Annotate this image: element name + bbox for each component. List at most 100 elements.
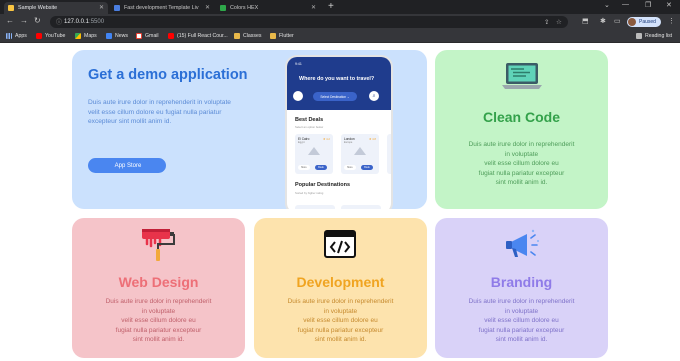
phone-question: Where do you want to travel? xyxy=(299,76,375,82)
clean-code-card: Clean Code Duis aute irure dolor in repr… xyxy=(435,50,608,209)
bookmark-news[interactable]: News xyxy=(106,33,128,39)
youtube-icon xyxy=(36,33,42,39)
template-favicon-icon xyxy=(114,5,120,11)
app-store-button[interactable]: App Store xyxy=(88,158,166,173)
bookmark-maps[interactable]: Maps xyxy=(75,33,97,39)
forward-arrow-icon[interactable]: → xyxy=(20,16,28,25)
reading-list[interactable]: Reading list xyxy=(636,33,672,39)
extension-icon[interactable]: ⬒ xyxy=(582,17,589,25)
phone-header: 9:41 Where do you want to travel? Select… xyxy=(287,57,391,110)
bookmark-label: Apps xyxy=(15,33,27,39)
site-info-icon[interactable]: ⓘ xyxy=(56,17,62,26)
sample-website-favicon-icon xyxy=(8,5,14,11)
deal-book-button: Book xyxy=(315,165,327,170)
bookmark-apps[interactable]: Apps xyxy=(6,33,27,39)
deal-more-button: More xyxy=(298,165,310,170)
bookmark-gmail[interactable]: Gmail xyxy=(136,33,159,39)
bookmark-label: Flutter xyxy=(279,33,294,39)
description-line: velit esse cillum dolore eu xyxy=(303,317,378,325)
share-icon[interactable]: ⇪ xyxy=(544,18,549,26)
branding-title: Branding xyxy=(490,274,553,290)
bookmark-youtube[interactable]: YouTube xyxy=(36,33,65,39)
phone-best-deals-title: Best Deals xyxy=(295,117,324,123)
description-line: Duis aute irure dolor in reprehenderit xyxy=(468,298,575,305)
plus-icon[interactable]: + xyxy=(328,1,334,12)
back-arrow-icon[interactable]: ← xyxy=(6,16,14,25)
clean-code-description: Duis aute irure dolor in reprehenderit i… xyxy=(443,140,600,188)
deal-rating: ★ 4.8 xyxy=(368,137,376,141)
description-line: fugiat nulla pariatur excepteur xyxy=(115,326,202,334)
deal-rating: ★ 4.2 xyxy=(322,137,330,141)
youtube-icon xyxy=(168,33,174,39)
phone-destination-card xyxy=(341,205,381,209)
description-line: fugiat nulla pariatur excepteur xyxy=(478,169,565,177)
reload-icon[interactable]: ↻ xyxy=(34,16,41,25)
bookmark-flutter[interactable]: Flutter xyxy=(270,33,294,39)
page-content: Get a demo application Duis aute irure d… xyxy=(0,44,680,361)
minimize-icon[interactable]: — xyxy=(622,1,629,8)
close-tab-icon[interactable]: ✕ xyxy=(99,4,104,11)
avatar xyxy=(628,18,636,26)
phone-mockup: 9:41 Where do you want to travel? Select… xyxy=(285,55,393,209)
url-port: :5500 xyxy=(89,18,105,25)
mountain-image-icon xyxy=(308,147,320,155)
tab-fast-development-template[interactable]: Fast development Template Liv ✕ xyxy=(110,2,214,14)
megaphone-icon xyxy=(506,229,539,257)
description-line: velit esse cillum dolore eu xyxy=(484,317,559,325)
bookmark-star-icon[interactable]: ☆ xyxy=(556,18,562,26)
description-line: velit esse cillum dolore eu xyxy=(484,160,559,168)
folder-icon xyxy=(270,33,276,39)
description-line: sint mollit anim id. xyxy=(314,336,367,344)
web-design-description: Duis aute irure dolor in reprehenderit i… xyxy=(80,297,237,345)
bookmark-classes[interactable]: Classes xyxy=(234,33,261,39)
description-line: Duis aute irure dolor in reprehenderit xyxy=(468,141,575,148)
bookmark-label: Classes xyxy=(243,33,262,39)
paint-roller-icon xyxy=(142,229,175,261)
phone-time: 9:41 xyxy=(295,62,302,66)
code-window-icon xyxy=(324,230,356,258)
news-icon xyxy=(106,33,112,39)
phone-destination-card xyxy=(295,205,335,209)
apps-grid-icon xyxy=(6,33,12,39)
description-line: sint mollit anim id. xyxy=(495,179,548,187)
phone-menu-icon xyxy=(293,91,303,101)
tab-search-icon[interactable]: ⌄ xyxy=(604,1,610,9)
profile-button[interactable]: Paused xyxy=(627,17,661,27)
description-line: in voluptate xyxy=(504,150,539,158)
browser-toolbar: ← → ↻ ⓘ 127.0.0.1:5500 ⇪ ☆ ⬒ ✱ ▭ Paused … xyxy=(0,14,680,30)
profile-status-label: Paused xyxy=(639,19,656,25)
select-label: Select Destination xyxy=(320,94,347,99)
description-line: in voluptate xyxy=(504,307,539,315)
description-line: Duis aute irure dolor in reprehenderit xyxy=(287,298,394,305)
app-store-label: App Store xyxy=(114,162,142,169)
extensions-puzzle-icon[interactable]: ✱ xyxy=(600,17,606,25)
close-tab-icon[interactable]: ✕ xyxy=(205,4,210,11)
demo-description: Duis aute irure dolor in reprehenderit i… xyxy=(88,99,231,126)
development-title: Development xyxy=(296,274,385,290)
close-tab-icon[interactable]: ✕ xyxy=(311,4,316,11)
branding-description: Duis aute irure dolor in reprehenderit i… xyxy=(443,297,600,345)
url-host: 127.0.0.1 xyxy=(64,18,90,25)
reading-list-icon xyxy=(636,33,642,39)
description-line: sint mollit anim id. xyxy=(132,336,185,344)
bookmark-label: Gmail xyxy=(145,33,159,39)
mountain-image-icon xyxy=(354,147,366,155)
more-menu-icon[interactable]: ⋮ xyxy=(668,17,675,25)
description-line: Duis aute irure dolor in reprehenderit xyxy=(105,298,212,305)
maximize-icon[interactable]: ❐ xyxy=(645,1,651,9)
gmail-icon xyxy=(136,33,142,39)
tab-sample-website[interactable]: Sample Website ✕ xyxy=(4,2,108,14)
phone-deal-card-partial xyxy=(387,134,391,174)
bookmark-label: (15) Full React Cour... xyxy=(177,33,228,39)
tab-label: Sample Website xyxy=(18,5,58,11)
tab-colors-hex[interactable]: Colors HEX ✕ xyxy=(216,2,320,14)
bookmark-react-course[interactable]: (15) Full React Cour... xyxy=(168,33,228,39)
close-window-icon[interactable]: ✕ xyxy=(666,1,672,9)
deal-book-button: Book xyxy=(361,165,373,170)
colors-hex-favicon-icon xyxy=(220,5,226,11)
url-text[interactable]: 127.0.0.1:5500 xyxy=(64,19,104,25)
bookmark-label: News xyxy=(115,33,128,39)
address-bar[interactable]: ⓘ 127.0.0.1:5500 ⇪ ☆ xyxy=(50,16,568,28)
sidebar-icon[interactable]: ▭ xyxy=(614,17,621,25)
deal-country: Egypt xyxy=(298,141,305,144)
